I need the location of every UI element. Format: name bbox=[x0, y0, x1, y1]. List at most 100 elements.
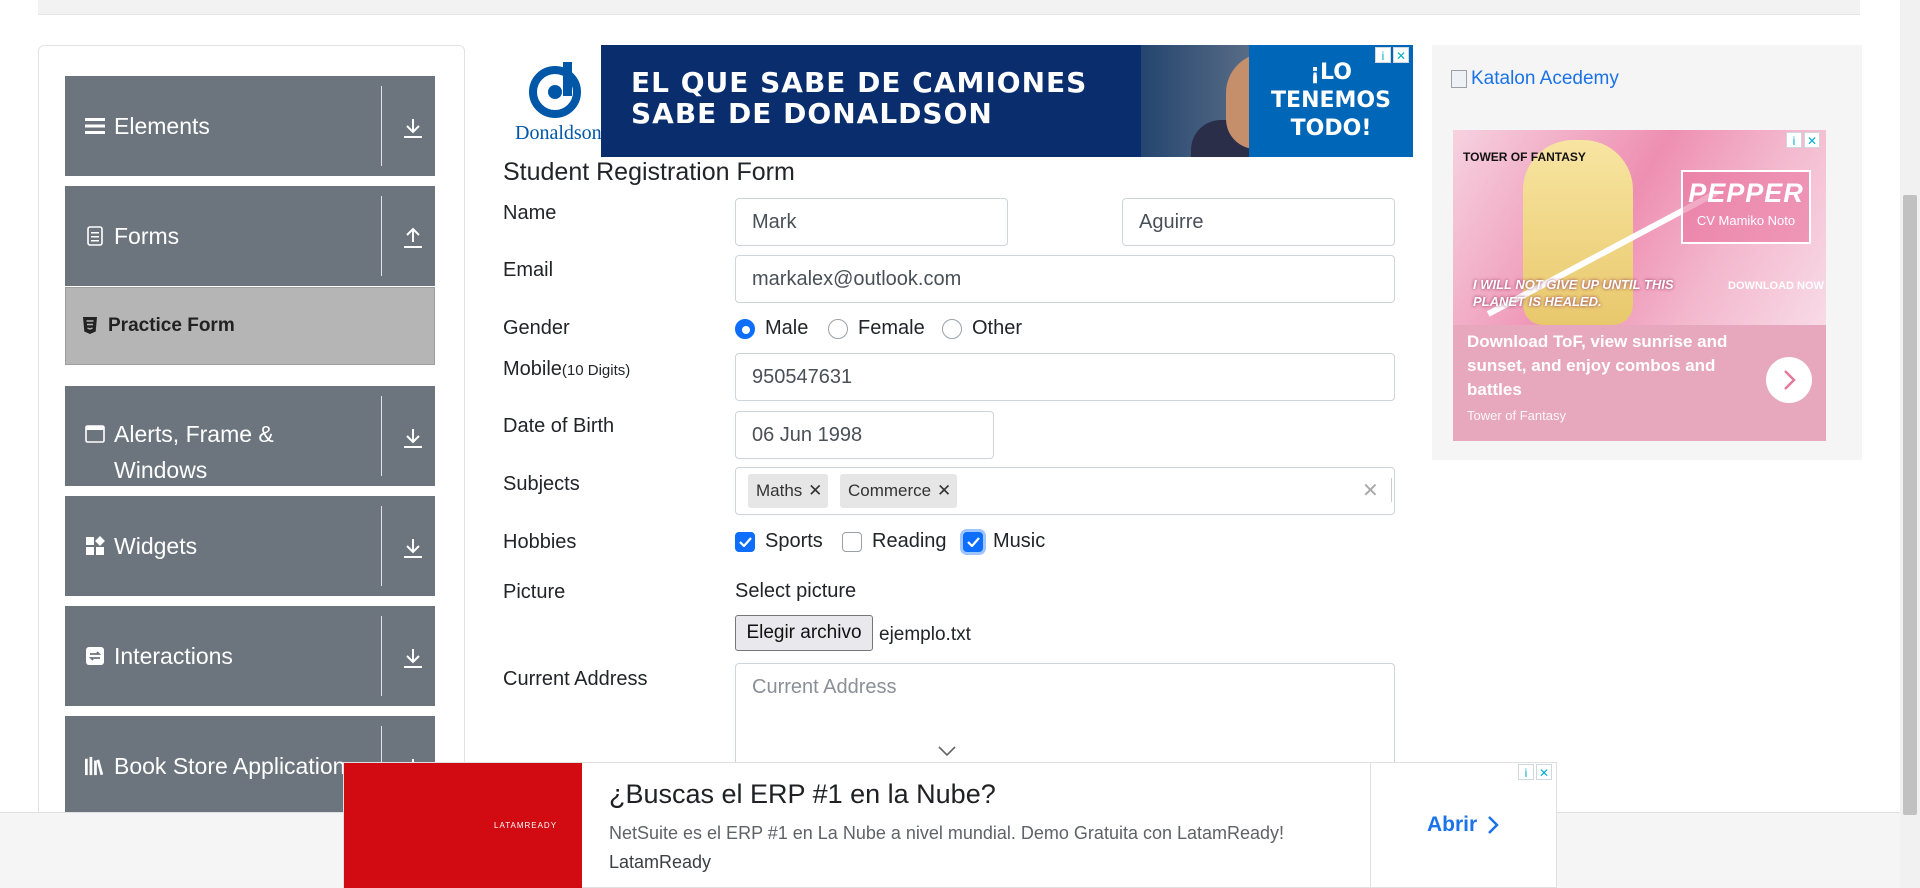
remove-chip-icon[interactable]: ✕ bbox=[931, 474, 957, 508]
ad-logo-panel: LATAMREADY bbox=[344, 763, 582, 888]
adchoices-icon[interactable]: i bbox=[1375, 47, 1391, 63]
mobile-input[interactable]: 950547631 bbox=[735, 353, 1395, 401]
checkbox-checked[interactable] bbox=[963, 531, 983, 552]
sidebar-item-label: Widgets bbox=[114, 533, 198, 559]
ad-copy: Download ToF, view sunrise and sunset, a… bbox=[1467, 332, 1728, 399]
sidebar-group-forms[interactable]: Forms bbox=[65, 186, 435, 286]
close-ad-icon[interactable]: ✕ bbox=[1393, 47, 1409, 63]
gender-other-radio[interactable]: Other bbox=[942, 317, 1022, 340]
checkbox-label: Music bbox=[993, 530, 1046, 552]
first-name-input[interactable]: Mark bbox=[735, 198, 1008, 246]
subjects-separator bbox=[1391, 478, 1392, 502]
download-arrow-icon[interactable] bbox=[401, 426, 425, 450]
download-arrow-icon[interactable] bbox=[401, 536, 425, 560]
open-ad-button[interactable]: Abrir bbox=[1427, 813, 1501, 837]
selected-file-name: ejemplo.txt bbox=[879, 624, 971, 645]
sidebar-subitem-label: Practice Form bbox=[108, 315, 235, 336]
hobby-reading-checkbox[interactable]: Reading bbox=[842, 530, 947, 553]
sidebar-divider bbox=[381, 616, 382, 696]
latamready-logo: LATAMREADY bbox=[494, 821, 558, 830]
tower-of-fantasy-ad[interactable]: TOWER OF FANTASY PEPPER CV Mamiko Noto I… bbox=[1453, 130, 1826, 441]
ad-headline: ¿Buscas el ERP #1 en la Nube? bbox=[609, 779, 996, 809]
hobbies-label: Hobbies bbox=[503, 531, 577, 553]
radio-label: Female bbox=[858, 317, 925, 339]
gender-label: Gender bbox=[503, 317, 570, 339]
adchoices-icon[interactable]: i bbox=[1518, 764, 1534, 780]
sidebar-item-label: Elements bbox=[114, 113, 210, 139]
broken-image-icon bbox=[1451, 70, 1467, 88]
donaldson-logo[interactable]: Donaldson. bbox=[513, 60, 607, 150]
chevron-right-icon bbox=[1488, 816, 1499, 834]
download-arrow-icon[interactable] bbox=[401, 646, 425, 670]
books-icon bbox=[85, 756, 105, 776]
ad-source: Tower of Fantasy bbox=[1467, 408, 1566, 423]
subject-chip-label: Maths bbox=[756, 481, 803, 500]
remove-chip-icon[interactable]: ✕ bbox=[802, 474, 828, 508]
latamready-banner-ad[interactable]: LATAMREADY ¿Buscas el ERP #1 en la Nube?… bbox=[343, 762, 1557, 888]
email-input[interactable]: markalex@outlook.com bbox=[735, 255, 1395, 303]
radio-label: Male bbox=[765, 317, 809, 339]
subject-chip: Commerce ✕ bbox=[840, 474, 958, 508]
scrollbar-thumb[interactable] bbox=[1903, 195, 1917, 815]
sidebar-group-alerts[interactable]: Alerts, Frame & Windows bbox=[65, 386, 435, 486]
radio-unselected[interactable] bbox=[942, 318, 962, 339]
widgets-icon bbox=[85, 536, 105, 556]
chevron-down-icon bbox=[937, 744, 957, 762]
donaldson-brand-text: Donaldson. bbox=[515, 122, 607, 144]
mobile-hint: (10 Digits) bbox=[561, 362, 631, 379]
close-ad-icon[interactable]: ✕ bbox=[1536, 764, 1552, 780]
radio-selected[interactable] bbox=[735, 318, 755, 339]
katalon-alt-text: Katalon Acedemy bbox=[1471, 68, 1619, 89]
subject-chip-label: Commerce bbox=[848, 481, 932, 500]
window-icon bbox=[85, 424, 105, 444]
date-of-birth-input[interactable]: 06 Jun 1998 bbox=[735, 411, 994, 459]
chevron-right-icon[interactable] bbox=[1766, 357, 1812, 403]
close-ad-icon[interactable]: ✕ bbox=[1804, 132, 1820, 148]
subjects-input[interactable] bbox=[735, 467, 1395, 515]
sidebar-divider bbox=[381, 506, 382, 586]
character-name-box: PEPPER CV Mamiko Noto bbox=[1681, 170, 1811, 244]
dob-label: Date of Birth bbox=[503, 415, 615, 437]
katalon-ad-link[interactable]: Katalon Acedemy bbox=[1451, 68, 1619, 90]
sidebar-item-label: Alerts, Frame & Windows bbox=[114, 421, 274, 483]
ad-headline-line-2: SABE DE DONALDSON bbox=[631, 97, 993, 130]
last-name-input[interactable]: Aguirre bbox=[1122, 198, 1395, 246]
current-address-textarea[interactable]: Current Address bbox=[735, 663, 1395, 773]
choose-file-button[interactable]: Elegir archivo bbox=[735, 615, 873, 651]
sidebar-divider bbox=[381, 396, 382, 476]
ad-cta-text: ¡LO TENEMOS TODO! bbox=[1271, 60, 1391, 141]
clear-all-icon[interactable]: ✕ bbox=[1362, 478, 1379, 503]
adchoices-icon[interactable]: i bbox=[1786, 132, 1802, 148]
ad-headline-line-1: EL QUE SABE DE CAMIONES bbox=[631, 66, 1088, 99]
email-label: Email bbox=[503, 259, 554, 281]
open-ad-label: Abrir bbox=[1427, 813, 1478, 836]
sidebar-item-label: Book Store Application bbox=[114, 753, 346, 779]
picture-label: Picture bbox=[503, 581, 566, 603]
upload-arrow-icon[interactable] bbox=[401, 226, 425, 250]
sidebar-divider bbox=[381, 196, 382, 276]
page-scrollbar[interactable] bbox=[1900, 0, 1920, 888]
sidebar-item-practice-form[interactable]: Practice Form bbox=[65, 287, 435, 365]
radio-unselected[interactable] bbox=[828, 318, 848, 339]
hobby-music-checkbox[interactable]: Music bbox=[963, 530, 1045, 553]
checkbox-checked[interactable] bbox=[735, 531, 755, 552]
gender-male-radio[interactable]: Male bbox=[735, 317, 808, 340]
radio-label: Other bbox=[972, 317, 1023, 339]
sidebar-group-widgets[interactable]: Widgets bbox=[65, 496, 435, 596]
sidebar-item-label: Forms bbox=[114, 223, 180, 249]
checkbox-unchecked[interactable] bbox=[842, 531, 862, 552]
donaldson-mark-icon bbox=[529, 62, 581, 118]
download-arrow-icon[interactable] bbox=[401, 116, 425, 140]
hobby-sports-checkbox[interactable]: Sports bbox=[735, 530, 823, 553]
mobile-label-text: Mobile bbox=[503, 358, 562, 380]
character-cv: CV Mamiko Noto bbox=[1696, 213, 1796, 228]
gender-female-radio[interactable]: Female bbox=[828, 317, 925, 340]
subject-chip: Maths ✕ bbox=[748, 474, 829, 508]
donaldson-banner-ad[interactable]: EL QUE SABE DE CAMIONES SABE DE DONALDSO… bbox=[601, 45, 1413, 157]
interactions-icon bbox=[85, 646, 105, 666]
sidebar-group-interactions[interactable]: Interactions bbox=[65, 606, 435, 706]
checkbox-label: Sports bbox=[765, 530, 823, 552]
document-icon bbox=[85, 226, 105, 246]
sidebar-group-elements[interactable]: Elements bbox=[65, 76, 435, 176]
ad-description: NetSuite es el ERP #1 en La Nube a nivel… bbox=[609, 823, 1285, 843]
